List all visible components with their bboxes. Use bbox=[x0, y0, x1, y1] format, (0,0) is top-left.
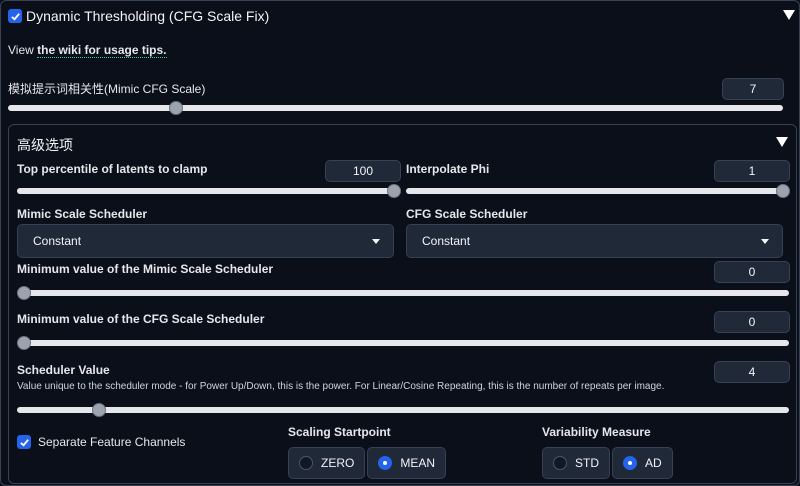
min-cfg-label: Minimum value of the CFG Scale Scheduler bbox=[17, 312, 265, 326]
mimic-scale-slider[interactable] bbox=[8, 101, 783, 115]
mimic-scale-slider-thumb[interactable] bbox=[169, 101, 183, 115]
min-mimic-label: Minimum value of the Mimic Scale Schedul… bbox=[17, 262, 274, 276]
mimic-scale-input[interactable]: 7 bbox=[722, 78, 784, 100]
min-mimic-slider[interactable] bbox=[17, 286, 789, 300]
scaling-startpoint-label: Scaling Startpoint bbox=[288, 425, 391, 439]
enable-checkbox[interactable] bbox=[8, 9, 22, 23]
cfg-scheduler-label: CFG Scale Scheduler bbox=[406, 207, 528, 221]
scaling-startpoint-radio-group: ZERO MEAN bbox=[288, 447, 447, 479]
variability-measure-option-ad[interactable]: AD bbox=[612, 447, 673, 479]
radio-label: MEAN bbox=[400, 456, 436, 470]
mimic-scheduler-dropdown[interactable]: Constant bbox=[17, 224, 394, 258]
interpolate-phi-slider[interactable] bbox=[406, 184, 790, 198]
mimic-scheduler-label: Mimic Scale Scheduler bbox=[17, 207, 148, 221]
variability-measure-label: Variability Measure bbox=[542, 425, 651, 439]
check-icon bbox=[19, 438, 29, 447]
extension-accordion: Dynamic Thresholding (CFG Scale Fix) Vie… bbox=[0, 0, 800, 486]
scheduler-value-slider[interactable] bbox=[17, 403, 789, 417]
min-cfg-slider[interactable] bbox=[17, 336, 789, 350]
advanced-collapse-triangle-icon[interactable] bbox=[776, 137, 788, 147]
min-cfg-input[interactable]: 0 bbox=[714, 311, 790, 333]
interpolate-phi-input[interactable]: 1 bbox=[714, 160, 790, 182]
mimic-scheduler-value: Constant bbox=[33, 234, 82, 248]
scaling-startpoint-option-zero[interactable]: ZERO bbox=[288, 447, 366, 479]
interpolate-phi-label: Interpolate Phi bbox=[406, 162, 490, 176]
variability-measure-option-std[interactable]: STD bbox=[542, 447, 610, 479]
radio-button[interactable] bbox=[299, 456, 313, 470]
check-icon bbox=[10, 12, 20, 21]
accordion-title[interactable]: Dynamic Thresholding (CFG Scale Fix) bbox=[26, 8, 269, 24]
min-mimic-input[interactable]: 0 bbox=[714, 261, 790, 283]
advanced-options-panel: 高级选项 Top percentile of latents to clamp … bbox=[8, 124, 797, 484]
min-mimic-slider-thumb[interactable] bbox=[17, 286, 31, 300]
radio-label: STD bbox=[575, 456, 599, 470]
wiki-prefix: View bbox=[8, 43, 38, 57]
scheduler-value-slider-thumb[interactable] bbox=[92, 403, 106, 417]
radio-label: AD bbox=[645, 456, 662, 470]
scheduler-value-info: Value unique to the scheduler mode - for… bbox=[17, 381, 665, 392]
separate-channels-label[interactable]: Separate Feature Channels bbox=[38, 435, 185, 449]
scaling-startpoint-option-mean[interactable]: MEAN bbox=[367, 447, 447, 479]
mimic-scale-label: 模拟提示词相关性(Mimic CFG Scale) bbox=[8, 82, 206, 96]
radio-button-selected[interactable] bbox=[378, 456, 393, 470]
top-percentile-slider-thumb[interactable] bbox=[387, 184, 401, 198]
chevron-down-icon bbox=[761, 239, 769, 244]
wiki-link[interactable]: the wiki for usage tips. bbox=[37, 43, 167, 58]
top-percentile-slider[interactable] bbox=[17, 184, 401, 198]
cfg-scheduler-dropdown[interactable]: Constant bbox=[406, 224, 783, 258]
advanced-options-title[interactable]: 高级选项 bbox=[17, 135, 73, 155]
separate-channels-checkbox[interactable] bbox=[17, 435, 31, 449]
collapse-triangle-icon[interactable] bbox=[783, 10, 795, 20]
cfg-scheduler-value: Constant bbox=[422, 234, 471, 248]
scheduler-value-input[interactable]: 4 bbox=[714, 361, 790, 383]
top-percentile-input[interactable]: 100 bbox=[325, 160, 401, 182]
min-cfg-slider-thumb[interactable] bbox=[17, 336, 31, 350]
wiki-text: View the wiki for usage tips. bbox=[8, 43, 167, 58]
interpolate-phi-slider-thumb[interactable] bbox=[776, 184, 790, 198]
radio-button[interactable] bbox=[553, 456, 567, 470]
top-percentile-label: Top percentile of latents to clamp bbox=[17, 162, 208, 176]
scheduler-value-label: Scheduler Value bbox=[17, 363, 110, 377]
variability-measure-radio-group: STD AD bbox=[542, 447, 673, 479]
radio-button-selected[interactable] bbox=[623, 456, 637, 470]
radio-label: ZERO bbox=[321, 456, 355, 470]
chevron-down-icon bbox=[372, 239, 380, 244]
